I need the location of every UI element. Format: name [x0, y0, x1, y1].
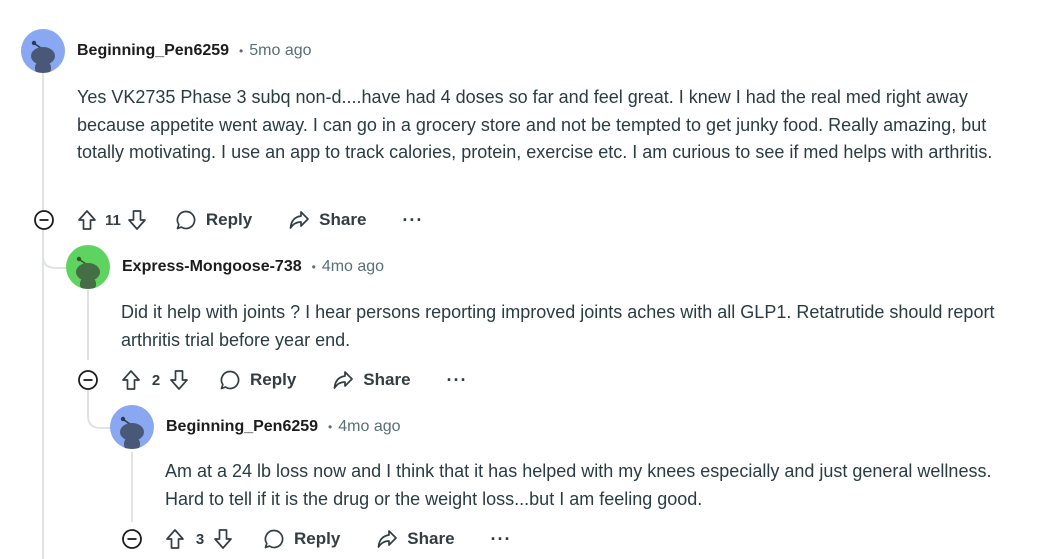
downvote-icon[interactable] — [213, 528, 233, 550]
reply-bubble-icon — [220, 370, 240, 390]
reply-button[interactable]: Reply — [175, 209, 252, 231]
collapse-thread-icon[interactable] — [121, 528, 143, 550]
upvote-icon[interactable] — [121, 369, 141, 391]
comment-actions: 3 Reply Share ··· — [165, 523, 512, 555]
snoo-avatar-icon — [76, 256, 100, 289]
reply-bubble-icon — [176, 210, 196, 230]
comment-header: Beginning_Pen6259 • 5mo ago — [21, 29, 1041, 73]
meta-separator: • — [311, 260, 316, 274]
vote-count: 2 — [151, 371, 161, 389]
reply-label: Reply — [250, 370, 297, 389]
username[interactable]: Beginning_Pen6259 — [166, 418, 318, 436]
share-button[interactable]: Share — [288, 209, 366, 231]
comment-body: Yes VK2735 Phase 3 subq non-d....have ha… — [77, 87, 993, 162]
snoo-avatar-icon — [120, 416, 144, 449]
share-arrow-icon — [377, 530, 398, 548]
downvote-icon[interactable] — [127, 209, 147, 231]
username[interactable]: Beginning_Pen6259 — [77, 42, 229, 60]
timestamp[interactable]: 4mo ago — [322, 258, 384, 276]
vote-group: 3 — [165, 528, 233, 550]
comment-actions: 2 Reply Share ··· — [121, 364, 468, 396]
comment-header: Beginning_Pen6259 • 4mo ago — [110, 405, 1040, 449]
comment-header: Express-Mongoose-738 • 4mo ago — [66, 245, 1041, 289]
vote-count: 3 — [195, 530, 205, 548]
avatar[interactable] — [66, 245, 110, 289]
collapse-thread-icon[interactable] — [33, 209, 55, 231]
share-label: Share — [319, 210, 367, 229]
timestamp[interactable]: 4mo ago — [338, 418, 400, 436]
reply-button[interactable]: Reply — [263, 528, 340, 550]
more-options-button[interactable]: ··· — [402, 210, 423, 231]
vote-group: 2 — [121, 369, 189, 391]
meta-separator: • — [239, 44, 244, 58]
vote-count: 11 — [105, 211, 121, 229]
username[interactable]: Express-Mongoose-738 — [122, 258, 302, 276]
downvote-icon[interactable] — [169, 369, 189, 391]
share-button[interactable]: Share — [376, 528, 455, 550]
comment-body: Did it help with joints ? I hear persons… — [121, 302, 995, 350]
comment-2: Express-Mongoose-738 • 4mo ago Did it he… — [66, 245, 1041, 354]
comment-1: Beginning_Pen6259 • 5mo ago Yes VK2735 P… — [21, 29, 1041, 167]
reply-button[interactable]: Reply — [219, 369, 296, 391]
reply-bubble-icon — [264, 529, 284, 549]
vote-group: 11 — [77, 209, 147, 231]
avatar[interactable] — [21, 29, 65, 73]
comment-actions: 11 Reply Share ··· — [77, 204, 423, 236]
comment-3: Beginning_Pen6259 • 4mo ago Am at a 24 l… — [110, 405, 1040, 513]
share-arrow-icon — [333, 371, 354, 389]
upvote-icon[interactable] — [77, 209, 97, 231]
timestamp[interactable]: 5mo ago — [249, 42, 311, 60]
share-button[interactable]: Share — [332, 369, 411, 391]
reply-label: Reply — [294, 529, 341, 548]
meta-separator: • — [328, 420, 333, 434]
reply-label: Reply — [205, 210, 253, 229]
more-options-button[interactable]: ··· — [447, 370, 468, 391]
upvote-icon[interactable] — [165, 528, 185, 550]
more-options-button[interactable]: ··· — [491, 529, 512, 550]
avatar[interactable] — [110, 405, 154, 449]
collapse-thread-icon[interactable] — [77, 369, 99, 391]
snoo-avatar-icon — [31, 40, 55, 73]
share-arrow-icon — [289, 211, 310, 229]
share-label: Share — [363, 370, 411, 389]
comment-body: Am at a 24 lb loss now and I think that … — [165, 461, 992, 509]
share-label: Share — [407, 529, 455, 548]
